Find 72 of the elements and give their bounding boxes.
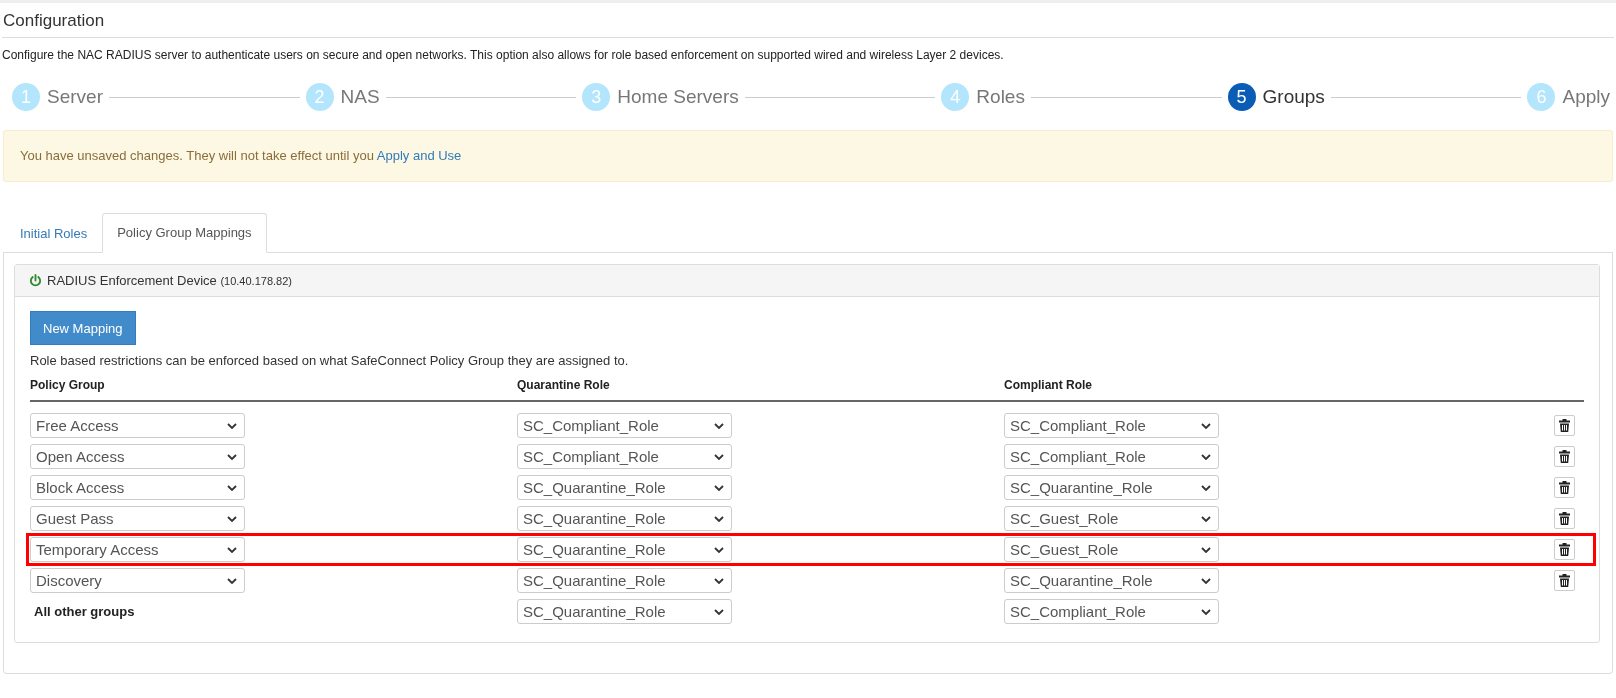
new-mapping-button[interactable]: New Mapping xyxy=(30,311,136,345)
caret-icon xyxy=(227,546,237,553)
compliant-role-select[interactable]: SC_Guest_Role xyxy=(1004,537,1219,562)
delete-button[interactable] xyxy=(1554,415,1575,436)
caret-icon xyxy=(1201,546,1211,553)
compliant-role-select[interactable]: SC_Compliant_Role xyxy=(1004,413,1219,438)
caret-icon xyxy=(1201,453,1211,460)
delete-button[interactable] xyxy=(1554,539,1575,560)
caret-icon xyxy=(714,608,724,615)
policy-group-select[interactable]: Discovery xyxy=(30,568,245,593)
caret-icon xyxy=(1201,577,1211,584)
trash-icon xyxy=(1559,512,1570,525)
step-label[interactable]: Groups xyxy=(1262,86,1325,108)
column-header: Policy Group xyxy=(30,378,105,392)
trash-icon xyxy=(1559,481,1570,494)
trash-icon xyxy=(1559,419,1570,432)
step-label[interactable]: Server xyxy=(47,86,103,108)
caret-icon xyxy=(714,515,724,522)
caret-icon xyxy=(227,484,237,491)
policy-group-select[interactable]: Open Access xyxy=(30,444,245,469)
unsaved-changes-alert: You have unsaved changes. They will not take effect until you Apply and Use xyxy=(3,130,1613,182)
quarantine-role-select[interactable]: SC_Quarantine_Role xyxy=(517,599,732,624)
caret-icon xyxy=(714,577,724,584)
step-label[interactable]: Home Servers xyxy=(617,86,739,108)
caret-icon xyxy=(1201,484,1211,491)
caret-icon xyxy=(1201,608,1211,615)
policy-group-label: All other groups xyxy=(33,604,135,619)
compliant-role-select[interactable]: SC_Compliant_Role xyxy=(1004,444,1219,469)
step-label[interactable]: NAS xyxy=(340,86,380,108)
trash-icon xyxy=(1559,450,1570,463)
apply-and-use-link[interactable]: Apply and Use xyxy=(376,148,462,163)
help-text: Role based restrictions can be enforced based on what SafeConnect Policy Group they are assigned to. xyxy=(30,353,630,368)
quarantine-role-select[interactable]: SC_Quarantine_Role xyxy=(517,506,732,531)
trash-icon xyxy=(1559,574,1570,587)
tab[interactable]: Policy Group Mappings xyxy=(102,213,267,253)
caret-icon xyxy=(714,484,724,491)
policy-group-select[interactable]: Temporary Access xyxy=(30,537,245,562)
compliant-role-select[interactable]: SC_Quarantine_Role xyxy=(1004,475,1219,500)
caret-icon xyxy=(1201,515,1211,522)
page-title: Configuration xyxy=(3,11,105,31)
caret-icon xyxy=(227,515,237,522)
compliant-role-select[interactable]: SC_Quarantine_Role xyxy=(1004,568,1219,593)
delete-button[interactable] xyxy=(1554,477,1575,498)
policy-group-select[interactable]: Free Access xyxy=(30,413,245,438)
step-label[interactable]: Roles xyxy=(976,86,1025,108)
quarantine-role-select[interactable]: SC_Quarantine_Role xyxy=(517,537,732,562)
caret-icon xyxy=(227,453,237,460)
caret-icon xyxy=(227,422,237,429)
page-description: Configure the NAC RADIUS server to authenticate users on secure and open networks. This option also allows for role based enforcement on supported wired and wireless Layer 2 devices. xyxy=(2,48,1004,62)
caret-icon xyxy=(714,546,724,553)
column-header: Compliant Role xyxy=(1004,378,1092,392)
step-number[interactable]: 5 xyxy=(1227,83,1256,111)
policy-group-select[interactable]: Guest Pass xyxy=(30,506,245,531)
delete-button[interactable] xyxy=(1554,508,1575,529)
compliant-role-select[interactable]: SC_Guest_Role xyxy=(1004,506,1219,531)
delete-button[interactable] xyxy=(1554,446,1575,467)
caret-icon xyxy=(714,453,724,460)
caret-icon xyxy=(714,422,724,429)
quarantine-role-select[interactable]: SC_Quarantine_Role xyxy=(517,568,732,593)
compliant-role-select[interactable]: SC_Compliant_Role xyxy=(1004,599,1219,624)
quarantine-role-select[interactable]: SC_Compliant_Role xyxy=(517,444,732,469)
quarantine-role-select[interactable]: SC_Quarantine_Role xyxy=(517,475,732,500)
step-label[interactable]: Apply xyxy=(1562,86,1610,108)
caret-icon xyxy=(227,577,237,584)
trash-icon xyxy=(1559,543,1570,556)
caret-icon xyxy=(1201,422,1211,429)
quarantine-role-select[interactable]: SC_Compliant_Role xyxy=(517,413,732,438)
tab[interactable]: Initial Roles xyxy=(5,214,103,253)
device-name: RADIUS Enforcement Device (10.40.178.82) xyxy=(47,273,292,288)
delete-button[interactable] xyxy=(1554,570,1575,591)
column-header: Quarantine Role xyxy=(517,378,610,392)
policy-group-select[interactable]: Block Access xyxy=(30,475,245,500)
